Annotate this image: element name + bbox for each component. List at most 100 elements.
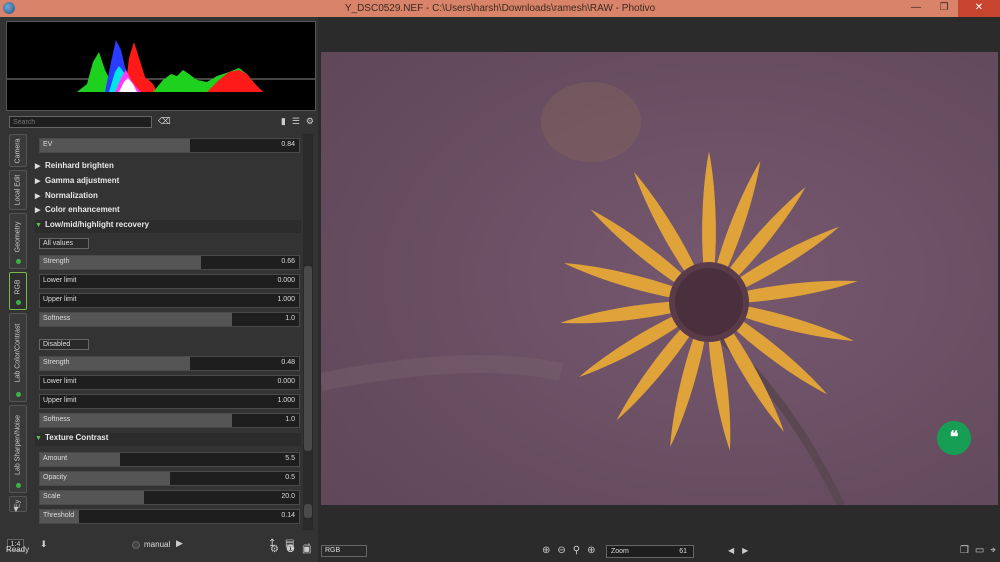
photo-preview[interactable] — [321, 52, 998, 505]
hangouts-chat-icon[interactable]: ❝ — [937, 421, 971, 455]
lower-limit-2-slider[interactable]: Lower limit 0.000 — [39, 375, 300, 390]
tab-rgb-label: RGB — [14, 279, 22, 295]
slider-value: 0.14 — [281, 512, 295, 519]
active-dot-icon — [16, 259, 21, 264]
title-bar: Y_DSC0529.NEF - C:\Users\harsh\Downloads… — [0, 0, 1000, 17]
tab-camera-label: Camera — [14, 138, 22, 163]
expand-arrow-icon: ▶ — [35, 207, 41, 214]
tab-lab-color-label: Lab Color/Contrast — [14, 323, 22, 383]
slider-label: Amount — [43, 455, 68, 462]
menu-icon[interactable]: ☰ — [292, 116, 300, 127]
manual-radio[interactable] — [132, 541, 140, 549]
slider-value: 1.000 — [277, 296, 295, 303]
slider-value: 0.48 — [281, 359, 295, 366]
softness-slider[interactable]: Softness 1.0 — [39, 312, 300, 327]
section-color-enhancement[interactable]: ▶ Color enhancement — [35, 205, 301, 218]
slider-label: Lower limit — [43, 378, 77, 385]
slider-label: Strength — [43, 359, 70, 366]
strength-2-slider[interactable]: Strength 0.48 — [39, 356, 300, 371]
zoom-search-icon[interactable]: ⚲ — [573, 545, 580, 556]
slider-label: Lower limit — [43, 277, 77, 284]
softness-2-slider[interactable]: Softness 1.0 — [39, 413, 300, 428]
channel-select[interactable]: RGB — [321, 545, 367, 557]
gear-icon[interactable]: ⚙ — [306, 116, 314, 127]
histogram-graph — [7, 40, 315, 92]
strength-slider[interactable]: Strength 0.66 — [39, 255, 300, 270]
run-icon[interactable]: ▶ — [176, 538, 183, 549]
section-title: Texture Contrast — [45, 433, 109, 442]
tab-lab-sharpen-noise[interactable]: Lab Sharpen/Noise — [9, 405, 27, 493]
section-recovery[interactable]: ▼ Low/mid/highlight recovery — [35, 220, 301, 233]
threshold-slider[interactable]: Threshold 0.14 — [39, 509, 300, 524]
restore-button[interactable]: ❐ — [930, 0, 958, 17]
settings-gear-icon[interactable]: ⚙ — [270, 544, 279, 555]
tab-local-edit-label: Local Edit — [14, 174, 22, 206]
left-panel: ⌫ ▮ ☰ ⚙ Camera Local Edit Geometry RGB L… — [0, 17, 318, 562]
pin-icon[interactable]: ⬇ — [40, 539, 48, 550]
section-texture-contrast[interactable]: ▼ Texture Contrast — [35, 433, 301, 446]
slider-label: Scale — [43, 493, 61, 500]
search-input[interactable] — [9, 116, 152, 128]
slider-label: Opacity — [43, 474, 67, 481]
clear-search-icon[interactable]: ⌫ — [158, 116, 171, 128]
zoom-out-icon[interactable]: ⊖ — [557, 545, 565, 556]
flower-photo — [321, 52, 998, 505]
recovery-mode-2-select[interactable]: Disabled — [39, 339, 89, 350]
tab-lab-color-contrast[interactable]: Lab Color/Contrast — [9, 313, 27, 402]
slider-label: Upper limit — [43, 296, 77, 303]
slider-label: EV — [43, 141, 53, 148]
slider-label: Softness — [43, 416, 71, 423]
manual-label: manual — [144, 540, 171, 549]
crosshair-icon[interactable]: ⌖ — [990, 545, 996, 556]
tab-local-edit[interactable]: Local Edit — [9, 170, 27, 210]
previous-image-icon[interactable]: ◀ — [728, 546, 734, 555]
slider-value: 1.0 — [285, 416, 295, 423]
collapse-arrow-icon: ▼ — [35, 222, 42, 229]
compare-icon[interactable]: ❐ — [960, 545, 969, 556]
upper-limit-slider[interactable]: Upper limit 1.000 — [39, 293, 300, 308]
expand-arrow-icon: ▶ — [35, 193, 41, 200]
slider-value: 1.000 — [277, 397, 295, 404]
tab-geometry-label: Geometry — [14, 221, 22, 253]
tab-lab-sharpen-label: Lab Sharpen/Noise — [14, 414, 22, 475]
amount-slider[interactable]: Amount 5.5 — [39, 452, 300, 467]
tabs-down-arrow-icon[interactable]: ▼ — [12, 505, 20, 514]
zoom-fit-icon[interactable]: ⊕ — [542, 545, 550, 556]
slider-value: 20.0 — [281, 493, 295, 500]
collapse-arrow-icon: ▼ — [35, 435, 42, 442]
overlay-icon[interactable]: ▭ — [975, 545, 984, 556]
info-icon[interactable]: ❶ — [286, 544, 295, 555]
bookmark-icon[interactable]: ▮ — [281, 116, 286, 127]
scroll-thumb[interactable] — [304, 266, 312, 451]
slider-value: 1.0 — [285, 315, 295, 322]
recovery-mode-select[interactable]: All values — [39, 238, 89, 249]
zoom-value: 61 — [679, 548, 687, 555]
expand-arrow-icon: ▶ — [35, 163, 41, 170]
tab-geometry[interactable]: Geometry — [9, 213, 27, 269]
minimize-button[interactable]: — — [902, 0, 930, 17]
upper-limit-2-slider[interactable]: Upper limit 1.000 — [39, 394, 300, 409]
section-reinhard-brighten[interactable]: ▶ Reinhard brighten — [35, 161, 301, 174]
zoom-label: Zoom — [611, 548, 629, 555]
expand-arrow-icon: ▶ — [35, 178, 41, 185]
section-title: Low/mid/highlight recovery — [45, 220, 150, 229]
settings-panel: EV 0.84 ▶ Reinhard brighten ▶ Gamma adjust… — [33, 134, 301, 530]
next-image-icon[interactable]: ▶ — [742, 546, 748, 555]
tab-camera[interactable]: Camera — [9, 134, 27, 167]
opacity-slider[interactable]: Opacity 0.5 — [39, 471, 300, 486]
tab-rgb[interactable]: RGB — [9, 272, 27, 310]
section-gamma-adjustment[interactable]: ▶ Gamma adjustment — [35, 176, 301, 189]
ev-slider[interactable]: EV 0.84 — [39, 138, 300, 153]
scale-slider[interactable]: Scale 20.0 — [39, 490, 300, 505]
lower-limit-slider[interactable]: Lower limit 0.000 — [39, 274, 300, 289]
slider-value: 0.84 — [281, 141, 295, 148]
fullscreen-icon[interactable]: ▣ — [302, 544, 311, 555]
panel-scrollbar[interactable] — [303, 134, 313, 530]
section-normalization[interactable]: ▶ Normalization — [35, 191, 301, 204]
slider-value: 5.5 — [285, 455, 295, 462]
section-title: Normalization — [45, 191, 98, 200]
scroll-thumb-lower[interactable] — [304, 504, 312, 518]
close-button[interactable]: ✕ — [958, 0, 1000, 17]
zoom-field[interactable]: Zoom 61 — [606, 545, 694, 558]
zoom-in-icon[interactable]: ⊕ — [587, 545, 595, 556]
